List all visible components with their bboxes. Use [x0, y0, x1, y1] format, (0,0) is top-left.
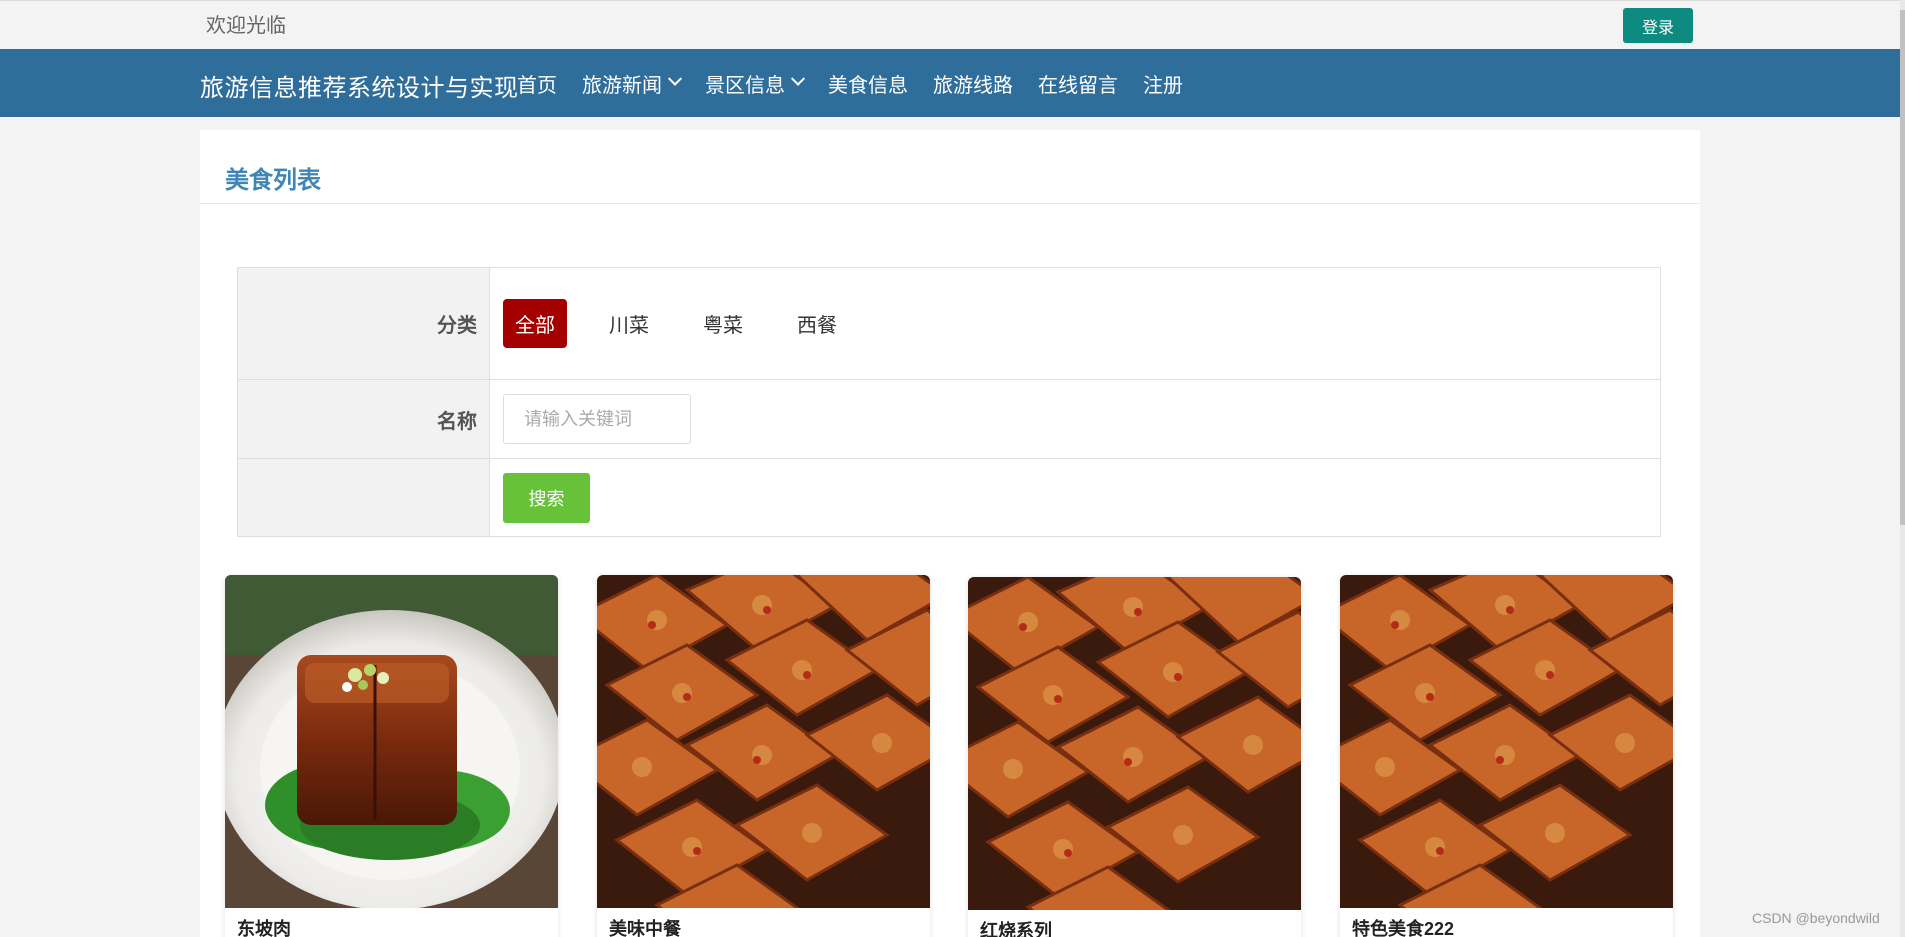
food-name: 美味中餐	[609, 919, 681, 937]
nav-item-travel-routes[interactable]: 旅游线路	[933, 69, 1013, 98]
category-all[interactable]: 全部	[503, 299, 567, 348]
name-input-wrap	[503, 380, 691, 458]
nav-item-register[interactable]: 注册	[1143, 69, 1183, 98]
nav-item-food-info[interactable]: 美食信息	[828, 69, 908, 98]
nav-item-messages[interactable]: 在线留言	[1038, 69, 1118, 98]
nav-item-home[interactable]: 首页	[517, 69, 557, 98]
food-image-fried-tofu	[597, 575, 930, 908]
chevron-down-icon	[667, 71, 683, 86]
category-options: 全部 川菜 粤菜 西餐	[503, 268, 879, 379]
category-western[interactable]: 西餐	[785, 299, 849, 348]
page-title: 美食列表	[225, 167, 321, 194]
search-wrap: 搜索	[503, 459, 590, 536]
food-name: 特色美食222	[1352, 919, 1455, 937]
food-image-fried-tofu	[1340, 575, 1673, 908]
nav-label: 旅游线路	[933, 74, 1013, 97]
keyword-input[interactable]	[503, 394, 691, 444]
food-list-panel: 美食列表 分类 全部 川菜 粤菜 西餐 名称 搜索	[200, 130, 1700, 937]
nav-item-travel-news[interactable]: 旅游新闻	[582, 69, 683, 98]
nav-label: 美食信息	[828, 74, 908, 97]
site-brand[interactable]: 旅游信息推荐系统设计与实现	[200, 68, 519, 103]
food-card[interactable]: 红烧系列	[968, 577, 1301, 937]
filter-row-name: 名称	[238, 380, 1660, 459]
nav-label: 在线留言	[1038, 74, 1118, 97]
food-name: 红烧系列	[980, 921, 1052, 937]
food-card[interactable]: 美味中餐	[597, 575, 930, 937]
category-label: 分类	[238, 268, 490, 379]
empty-label	[238, 459, 490, 536]
nav-menu: 首页 旅游新闻 景区信息 美食信息 旅游线路 在线留言 注册	[517, 49, 1208, 117]
food-image-braised-pork	[225, 575, 558, 908]
main-navbar: 旅游信息推荐系统设计与实现 首页 旅游新闻 景区信息 美食信息 旅游线路 在线留…	[0, 49, 1900, 117]
nav-label: 景区信息	[705, 74, 785, 97]
nav-label: 旅游新闻	[582, 74, 662, 97]
food-card[interactable]: 特色美食222	[1340, 575, 1673, 937]
page-scrollbar[interactable]	[1900, 0, 1905, 937]
category-sichuan[interactable]: 川菜	[597, 299, 661, 348]
name-label: 名称	[238, 380, 490, 458]
nav-label: 注册	[1143, 74, 1183, 97]
food-card[interactable]: 东坡肉	[225, 575, 558, 937]
search-button[interactable]: 搜索	[503, 472, 590, 523]
top-bar: 欢迎光临 登录	[0, 0, 1905, 49]
login-button[interactable]: 登录	[1623, 8, 1693, 43]
filter-row-search: 搜索	[238, 459, 1660, 536]
watermark-text: CSDN @beyondwild	[1752, 910, 1880, 926]
scrollbar-thumb[interactable]	[1900, 10, 1905, 525]
welcome-text: 欢迎光临	[206, 15, 286, 37]
category-cantonese[interactable]: 粤菜	[691, 299, 755, 348]
food-name: 东坡肉	[237, 919, 291, 937]
title-divider	[200, 203, 1700, 204]
chevron-down-icon	[790, 71, 806, 86]
filter-table: 分类 全部 川菜 粤菜 西餐 名称 搜索	[237, 267, 1661, 537]
filter-row-category: 分类 全部 川菜 粤菜 西餐	[238, 268, 1660, 380]
nav-item-scenic-info[interactable]: 景区信息	[705, 69, 806, 98]
nav-label: 首页	[517, 74, 557, 97]
food-image-fried-tofu	[968, 577, 1301, 910]
